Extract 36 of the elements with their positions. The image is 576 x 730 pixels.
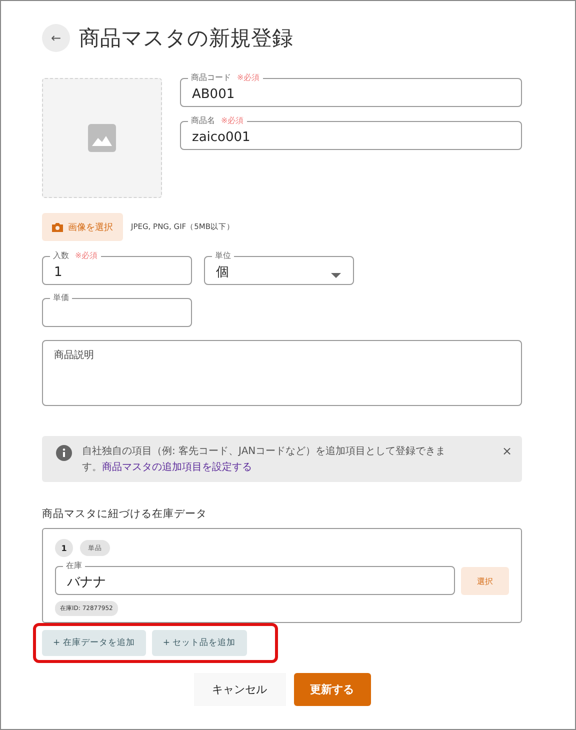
add-button[interactable]: + セット品を追加 bbox=[152, 630, 247, 656]
image-icon bbox=[88, 124, 116, 152]
close-button[interactable]: × bbox=[502, 444, 512, 458]
cancel-button[interactable]: キャンセル bbox=[194, 673, 286, 706]
back-button[interactable]: ← bbox=[42, 24, 70, 52]
field-label: 商品コード bbox=[191, 73, 231, 83]
camera-icon bbox=[52, 222, 63, 232]
field-label: 単価 bbox=[53, 293, 69, 303]
section-title: 商品マスタに紐づける在庫データ bbox=[42, 507, 208, 521]
submit-button[interactable]: 更新する bbox=[294, 673, 370, 706]
required-mark: ※必須 bbox=[237, 73, 260, 83]
field-value: 個 bbox=[216, 264, 229, 281]
text-field[interactable]: 商品コード ※必須 AB001 bbox=[180, 73, 522, 107]
unit-select[interactable]: 単位 個 bbox=[204, 251, 354, 285]
field-label: 商品名 bbox=[191, 116, 215, 126]
text-field[interactable]: 商品名 ※必須 zaico001 bbox=[180, 116, 522, 150]
add-button[interactable]: + 在庫データを追加 bbox=[42, 630, 146, 656]
info-icon bbox=[56, 445, 72, 461]
field-value: 1 bbox=[54, 265, 62, 280]
field-value: バナナ bbox=[67, 574, 106, 591]
required-mark: ※必須 bbox=[75, 251, 98, 261]
page-title: 商品マスタの新規登録 bbox=[79, 25, 293, 52]
field-label: 単位 bbox=[215, 251, 231, 261]
field-label: 入数 bbox=[53, 251, 69, 261]
item-number: 1 bbox=[55, 539, 73, 557]
settings-link[interactable]: 商品マスタの追加項目を設定する bbox=[102, 462, 252, 473]
text-field[interactable]: 単価 bbox=[42, 293, 192, 327]
stock-field[interactable]: 在庫 バナナ bbox=[55, 561, 455, 595]
field-value: zaico001 bbox=[192, 130, 250, 145]
required-mark: ※必須 bbox=[221, 116, 244, 126]
field-value: AB001 bbox=[192, 87, 235, 102]
text-field[interactable]: 入数 ※必須 1 bbox=[42, 251, 192, 285]
alert-message: 自社独自の項目（例: 客先コード、JANコードなど）を追加項目として登録できます。商品マスタの追加項目を設定する bbox=[82, 444, 447, 475]
description-field[interactable]: 商品説明 bbox=[42, 340, 522, 406]
caret-icon bbox=[331, 273, 341, 278]
field-label: 在庫 bbox=[66, 561, 82, 571]
